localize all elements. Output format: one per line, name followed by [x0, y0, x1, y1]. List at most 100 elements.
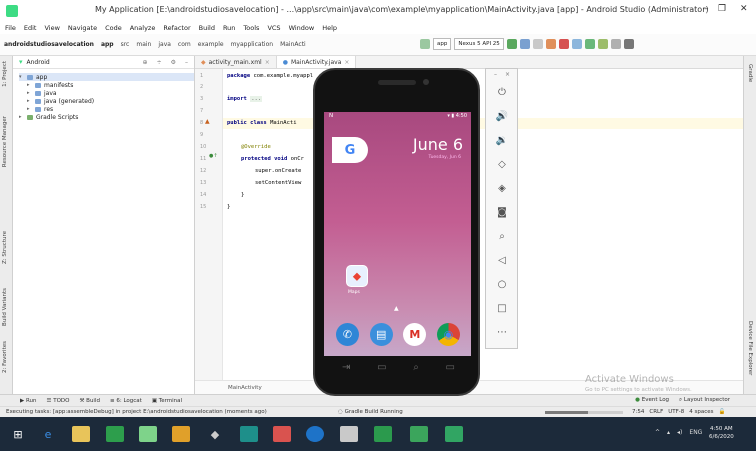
expand-arrow-icon[interactable]: ▸: [27, 82, 32, 88]
java-icon[interactable]: [273, 426, 291, 442]
sync-scroll-icon[interactable]: ⊕: [143, 59, 148, 66]
run-tab[interactable]: ▶ Run: [20, 398, 37, 404]
override-marker-icon[interactable]: ●↑: [209, 153, 218, 159]
avd-manager-icon[interactable]: [584, 39, 595, 49]
breadcrumb-main[interactable]: main: [136, 41, 151, 48]
sync-icon[interactable]: [571, 39, 582, 49]
rotate-right-icon[interactable]: ◈: [494, 180, 510, 196]
layout-inspector-tab[interactable]: ⌕ Layout Inspector: [679, 397, 730, 404]
logcat-tab[interactable]: ≡ 6: Logcat: [110, 398, 142, 404]
date-widget[interactable]: June 6: [413, 135, 463, 154]
recents-key-icon[interactable]: ▭: [446, 362, 455, 373]
back-key-icon[interactable]: ⇥: [342, 362, 350, 373]
menu-vcs[interactable]: VCS: [267, 24, 280, 32]
expand-arrow-icon[interactable]: ▸: [27, 106, 32, 112]
google-search-pill[interactable]: G: [332, 137, 368, 163]
project-tool-tab[interactable]: 1: Project: [2, 61, 8, 87]
maps-app-icon[interactable]: ⬥: [346, 265, 368, 287]
volume-icon[interactable]: ◂): [677, 429, 682, 436]
settings-gear-icon[interactable]: ⚙: [171, 59, 176, 66]
breadcrumb-mainactivity[interactable]: MainActi: [280, 41, 306, 48]
app-drawer-arrow-icon[interactable]: ▲: [394, 305, 399, 312]
gmail-app-icon[interactable]: M: [403, 323, 427, 346]
event-log-tab[interactable]: ● Event Log: [635, 397, 669, 404]
breadcrumb-java[interactable]: java: [158, 41, 171, 48]
chrome-taskbar-icon[interactable]: [306, 426, 324, 442]
line-separator[interactable]: CRLF: [649, 409, 663, 415]
menu-edit[interactable]: Edit: [24, 24, 37, 32]
maximize-button[interactable]: ❐: [718, 4, 726, 14]
back-icon[interactable]: ◁: [494, 252, 510, 268]
menu-file[interactable]: File: [5, 24, 16, 32]
menu-build[interactable]: Build: [199, 24, 215, 32]
gradle-build-status[interactable]: ◌ Gradle Build Running: [338, 409, 403, 415]
minimize-button[interactable]: –: [704, 4, 709, 14]
profile-icon[interactable]: [532, 39, 543, 49]
device-file-explorer-tab[interactable]: Device File Explorer: [747, 321, 753, 375]
menu-help[interactable]: Help: [322, 24, 337, 32]
stop-icon[interactable]: [558, 39, 569, 49]
indent-setting[interactable]: 4 spaces: [689, 409, 713, 415]
menu-code[interactable]: Code: [105, 24, 122, 32]
breadcrumb-app[interactable]: app: [101, 41, 114, 48]
debug-icon[interactable]: [519, 39, 530, 49]
hide-panel-icon[interactable]: –: [185, 59, 188, 66]
run-icon[interactable]: [506, 39, 517, 49]
rotate-left-icon[interactable]: ◇: [494, 156, 510, 172]
menu-view[interactable]: View: [44, 24, 59, 32]
project-view-selector[interactable]: Android: [27, 59, 50, 66]
lock-icon[interactable]: 🔓: [719, 409, 726, 415]
android-studio-taskbar-icon[interactable]: [139, 426, 157, 442]
todo-tab[interactable]: ☰ TODO: [47, 398, 70, 404]
folded-imports[interactable]: ...: [250, 96, 263, 102]
collapse-icon[interactable]: ÷: [157, 59, 162, 66]
attach-icon[interactable]: [545, 39, 556, 49]
screenshot-camera-icon[interactable]: ◙: [494, 204, 510, 220]
device-dropdown[interactable]: Nexus 5 API 25: [454, 38, 504, 50]
file-encoding[interactable]: UTF-8: [668, 409, 684, 415]
tree-item-java[interactable]: ▸ java: [19, 89, 194, 97]
menu-key-icon[interactable]: ▭: [377, 362, 386, 373]
build-variants-tab[interactable]: Build Variants: [2, 288, 8, 326]
structure-icon[interactable]: [610, 39, 621, 49]
edge-browser-icon[interactable]: e: [39, 426, 57, 442]
file-explorer-icon[interactable]: [72, 426, 90, 442]
search-key-icon[interactable]: ⌕: [413, 362, 419, 373]
warning-bulb-icon[interactable]: ▲: [205, 118, 210, 125]
close-tab-icon[interactable]: ×: [265, 59, 270, 66]
breadcrumb-project[interactable]: androidstudiosavelocation: [4, 41, 94, 48]
chrome-app-icon[interactable]: ◉: [436, 323, 460, 346]
volume-up-icon[interactable]: 🔊: [494, 108, 510, 124]
tree-item-java-generated[interactable]: ▸ java (generated): [19, 97, 194, 105]
tree-item-res[interactable]: ▸ res: [19, 105, 194, 113]
run-config-dropdown[interactable]: app: [433, 38, 452, 50]
breadcrumb-com[interactable]: com: [178, 41, 191, 48]
app-icon[interactable]: ◆: [206, 426, 224, 442]
network-icon[interactable]: ▴: [667, 429, 670, 436]
editor-breadcrumb[interactable]: MainActivity: [228, 385, 262, 391]
emulator-close-button[interactable]: ×: [505, 71, 510, 78]
expand-arrow-icon[interactable]: ▸: [19, 114, 24, 120]
power-icon[interactable]: ⏻: [494, 84, 510, 100]
build-tab[interactable]: ⚒ Build: [79, 398, 100, 404]
structure-tab[interactable]: Z: Structure: [2, 231, 8, 264]
mail-icon[interactable]: [240, 426, 258, 442]
overview-icon[interactable]: □: [494, 300, 510, 316]
menu-run[interactable]: Run: [223, 24, 235, 32]
tree-item-app[interactable]: ▾ app: [19, 73, 194, 81]
taskbar-clock[interactable]: 4:50 AM 6/6/2020: [709, 425, 734, 441]
resource-manager-tab[interactable]: Resource Manager: [2, 116, 8, 167]
phone-app-icon[interactable]: ✆: [336, 323, 359, 346]
menu-analyze[interactable]: Analyze: [130, 24, 156, 32]
menu-navigate[interactable]: Navigate: [68, 24, 97, 32]
breadcrumb-myapplication[interactable]: myapplication: [231, 41, 274, 48]
search-icon[interactable]: [623, 39, 634, 49]
home-icon[interactable]: ○: [494, 276, 510, 292]
terminal-icon[interactable]: [374, 426, 392, 442]
app2-icon[interactable]: [410, 426, 428, 442]
emulator-screen[interactable]: N ▾ ▮ 4:50 G June 6 Tuesday, Jun 6 ⬥ Map…: [324, 112, 471, 356]
tree-item-manifests[interactable]: ▸ manifests: [19, 81, 194, 89]
close-tab-icon[interactable]: ×: [344, 59, 349, 66]
caret-position[interactable]: 7:54: [632, 409, 644, 415]
notes-icon[interactable]: [340, 426, 358, 442]
